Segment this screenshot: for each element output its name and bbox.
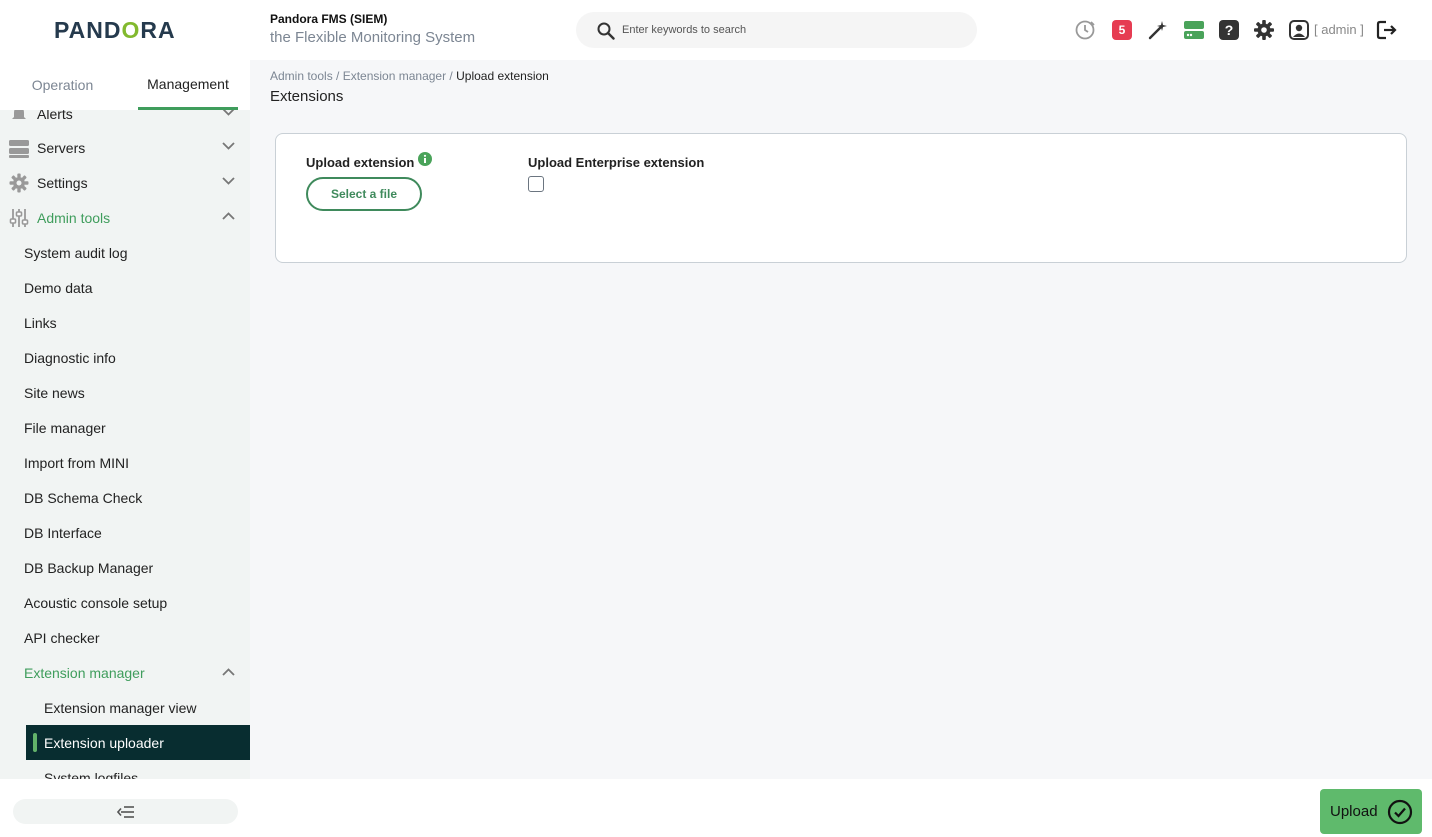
sidebar-tabs: Operation Management <box>0 60 250 110</box>
sidebar-item-acoustic-console-setup[interactable]: Acoustic console setup <box>0 585 250 620</box>
collapse-menu-icon <box>116 805 134 818</box>
sidebar: Alerts Operation Management Servers Sett… <box>0 60 250 779</box>
app-subtitle: the Flexible Monitoring System <box>270 29 476 46</box>
user-label[interactable]: [ admin ] <box>1314 22 1364 37</box>
sidebar-item-label: Servers <box>37 139 86 156</box>
sidebar-item-db-interface[interactable]: DB Interface <box>0 515 250 550</box>
server-status-icon[interactable] <box>1183 19 1205 41</box>
sidebar-footer <box>0 779 250 837</box>
upload-extension-label: Upload extension <box>306 155 415 170</box>
server-icon <box>9 140 29 158</box>
chevron-up-icon <box>222 212 235 220</box>
sidebar-item-label: Admin tools <box>37 209 111 226</box>
logo-o: O <box>121 17 141 43</box>
logo-text-end: RA <box>140 17 176 43</box>
sidebar-item-extension-manager[interactable]: Extension manager <box>0 655 250 690</box>
sidebar-item-site-news[interactable]: Site news <box>0 375 250 410</box>
settings-icon[interactable] <box>1253 19 1275 41</box>
sidebar-item-import-from-mini[interactable]: Import from MINI <box>0 445 250 480</box>
search-input[interactable] <box>622 21 952 39</box>
history-icon[interactable] <box>1074 19 1096 41</box>
chevron-up-icon <box>222 668 235 676</box>
logout-icon[interactable] <box>1376 19 1398 41</box>
tab-management[interactable]: Management <box>138 60 238 110</box>
sidebar-item-settings[interactable]: Settings <box>0 165 250 200</box>
enterprise-extension-checkbox[interactable] <box>528 176 544 192</box>
search-box[interactable] <box>576 12 977 48</box>
sidebar-item-db-backup-manager[interactable]: DB Backup Manager <box>0 550 250 585</box>
wizard-icon[interactable] <box>1147 19 1169 41</box>
sidebar-item-label: Extension uploader <box>44 734 164 751</box>
sidebar-item-links[interactable]: Links <box>0 305 250 340</box>
gear-icon <box>9 173 29 193</box>
active-indicator <box>33 733 37 752</box>
upload-form-card: Upload extension Select a file Upload En… <box>275 133 1407 263</box>
sidebar-item-demo-data[interactable]: Demo data <box>0 270 250 305</box>
breadcrumb-extension-manager[interactable]: Extension manager / <box>343 69 456 83</box>
breadcrumb-admin-tools[interactable]: Admin tools / <box>270 69 343 83</box>
search-icon <box>597 22 615 40</box>
sidebar-item-system-logfiles[interactable]: System logfiles <box>0 760 250 780</box>
sidebar-item-admin-tools[interactable]: Admin tools <box>0 200 250 235</box>
sidebar-item-file-manager[interactable]: File manager <box>0 410 250 445</box>
collapse-sidebar-button[interactable] <box>13 799 238 824</box>
sidebar-item-api-checker[interactable]: API checker <box>0 620 250 655</box>
upload-enterprise-label: Upload Enterprise extension <box>528 155 705 170</box>
check-circle-icon <box>1387 799 1413 825</box>
action-footer <box>250 779 1432 837</box>
sidebar-item-servers[interactable]: Servers <box>0 130 250 165</box>
upload-button-label: Upload <box>1330 803 1378 820</box>
sidebar-item-label: Extension manager <box>24 664 145 681</box>
user-icon[interactable] <box>1288 19 1310 41</box>
sidebar-item-db-schema-check[interactable]: DB Schema Check <box>0 480 250 515</box>
sidebar-item-system-audit-log[interactable]: System audit log <box>0 235 250 270</box>
upload-button[interactable]: Upload <box>1320 789 1422 834</box>
notification-badge[interactable]: 5 <box>1112 20 1132 40</box>
page-title: Extensions <box>270 88 344 105</box>
sidebar-item-label: Settings <box>37 174 88 191</box>
sidebar-item-extension-uploader[interactable]: Extension uploader <box>26 725 250 760</box>
breadcrumb: Admin tools / Extension manager / Upload… <box>270 69 549 83</box>
chevron-down-icon <box>222 177 235 185</box>
logo-text: PAND <box>54 17 122 43</box>
pandora-logo[interactable]: PANDORA <box>54 17 176 44</box>
sliders-icon <box>9 209 29 227</box>
select-file-button[interactable]: Select a file <box>306 177 422 211</box>
tab-operation[interactable]: Operation <box>0 60 125 110</box>
top-header: PANDORA Pandora FMS (SIEM) the Flexible … <box>0 0 1432 60</box>
breadcrumb-current: Upload extension <box>456 69 549 83</box>
app-name: Pandora FMS (SIEM) <box>270 12 388 26</box>
help-icon[interactable]: ? <box>1219 20 1239 40</box>
sidebar-item-diagnostic-info[interactable]: Diagnostic info <box>0 340 250 375</box>
info-icon[interactable] <box>418 152 432 166</box>
sidebar-item-extension-manager-view[interactable]: Extension manager view <box>0 690 250 725</box>
chevron-down-icon <box>222 142 235 150</box>
